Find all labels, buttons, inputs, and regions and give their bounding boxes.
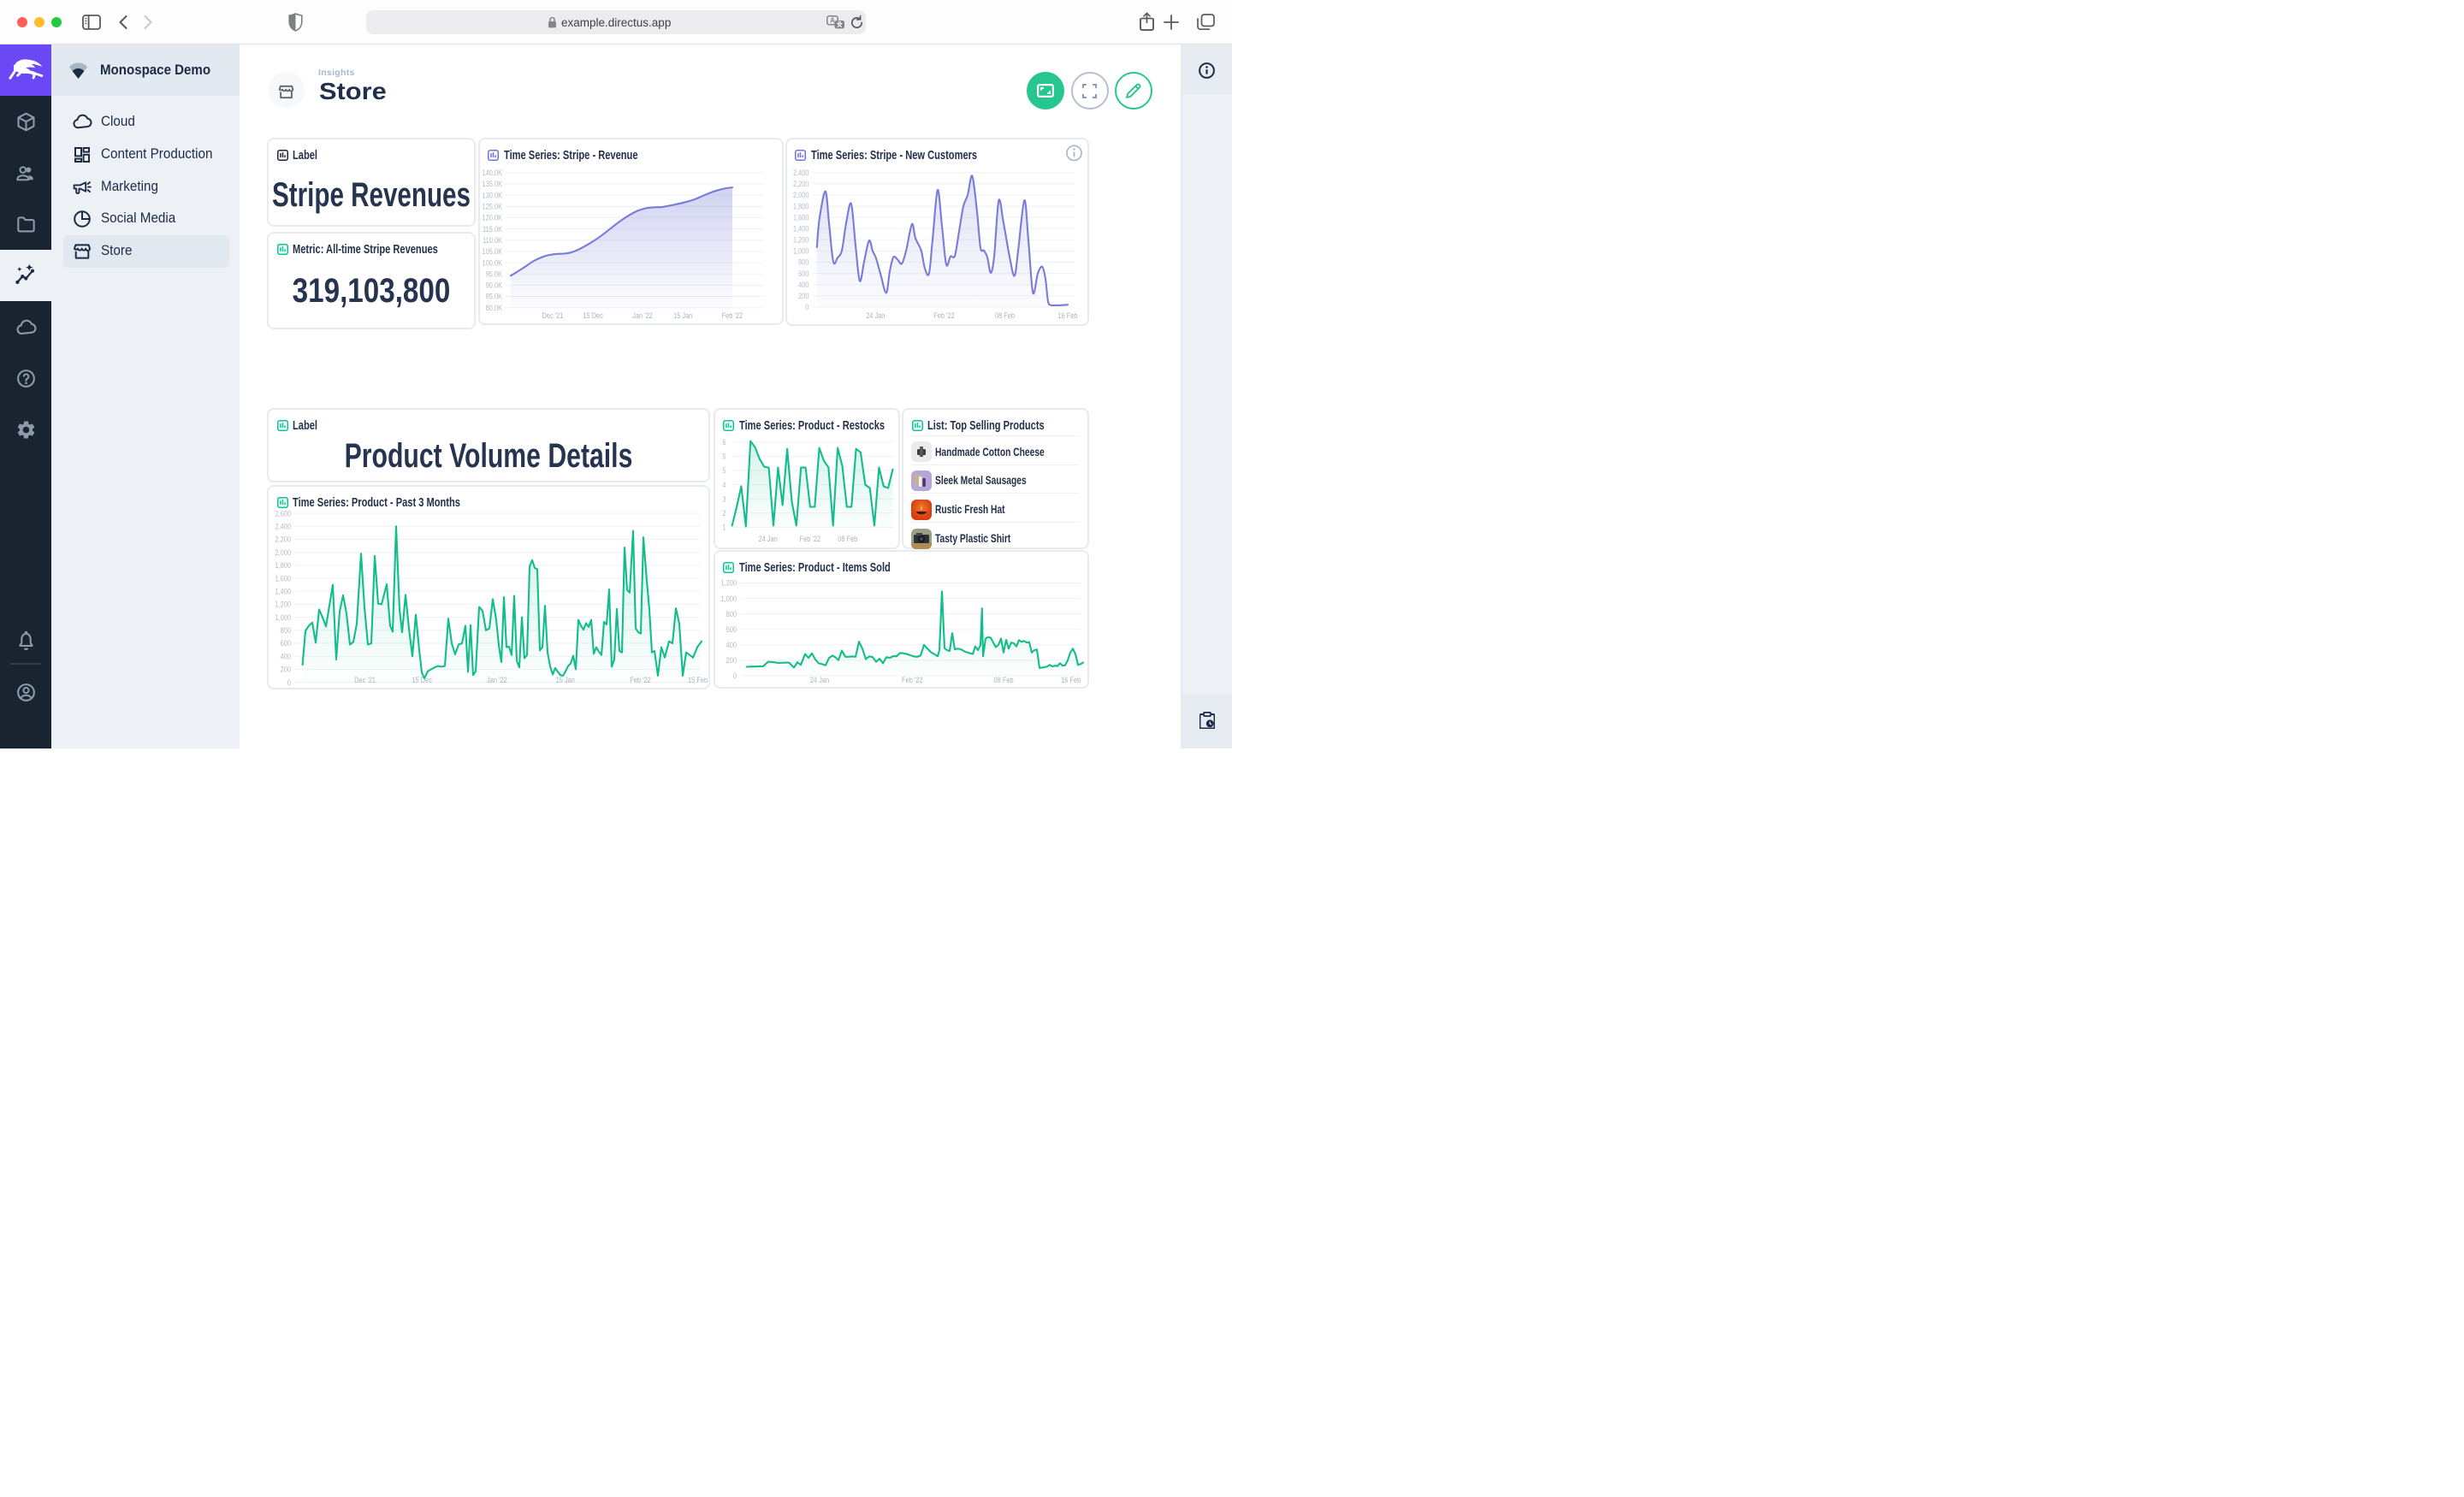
svg-text:1,000: 1,000 (275, 612, 292, 622)
svg-text:2,000: 2,000 (275, 547, 292, 557)
svg-text:1,000: 1,000 (793, 246, 809, 256)
svg-text:120.0K: 120.0K (482, 213, 502, 222)
svg-text:600: 600 (281, 639, 291, 648)
svg-text:200: 200 (798, 292, 808, 301)
svg-text:110.0K: 110.0K (483, 235, 502, 245)
svg-text:400: 400 (798, 280, 808, 289)
svg-text:135.0K: 135.0K (482, 180, 502, 189)
svg-text:3: 3 (722, 494, 726, 504)
svg-text:125.0K: 125.0K (482, 202, 502, 211)
svg-text:2,000: 2,000 (793, 191, 809, 200)
svg-text:1,400: 1,400 (793, 224, 809, 234)
svg-text:Jan '22: Jan '22 (632, 311, 653, 321)
svg-text:08 Feb: 08 Feb (838, 535, 857, 544)
svg-text:0: 0 (732, 672, 736, 681)
svg-text:100.0K: 100.0K (482, 258, 502, 268)
svg-text:2,400: 2,400 (275, 522, 292, 531)
svg-text:800: 800 (798, 257, 808, 267)
svg-text:130.0K: 130.0K (482, 191, 502, 200)
svg-text:140.0K: 140.0K (482, 169, 502, 178)
svg-text:1,200: 1,200 (793, 235, 809, 245)
svg-text:1,000: 1,000 (720, 594, 737, 603)
svg-text:0: 0 (805, 303, 808, 312)
svg-text:80.0K: 80.0K (485, 303, 502, 312)
svg-text:600: 600 (798, 269, 808, 278)
svg-text:2,400: 2,400 (793, 169, 809, 178)
svg-text:Dec '21: Dec '21 (542, 311, 563, 321)
svg-text:16 Feb: 16 Feb (1061, 676, 1081, 685)
svg-text:600: 600 (726, 624, 736, 634)
svg-text:400: 400 (281, 652, 291, 661)
svg-text:A: A (830, 17, 835, 25)
svg-text:0: 0 (287, 677, 291, 687)
svg-text:2,200: 2,200 (275, 535, 292, 544)
svg-text:800: 800 (726, 609, 736, 618)
svg-text:1,200: 1,200 (275, 600, 292, 609)
svg-text:08 Feb: 08 Feb (994, 311, 1014, 321)
svg-text:5: 5 (722, 466, 726, 476)
svg-text:15 Jan: 15 Jan (673, 311, 692, 321)
svg-text:1,600: 1,600 (793, 213, 809, 222)
svg-text:95.0K: 95.0K (485, 269, 502, 279)
svg-text:105.0K: 105.0K (482, 247, 502, 257)
svg-text:1,600: 1,600 (275, 574, 292, 583)
svg-text:16 Feb: 16 Feb (1057, 311, 1077, 321)
svg-text:24 Jan: 24 Jan (758, 535, 777, 544)
svg-text:Feb '22: Feb '22 (902, 676, 923, 685)
svg-text:Feb '22: Feb '22 (933, 311, 955, 321)
svg-text:1: 1 (722, 524, 726, 533)
svg-text:2: 2 (722, 509, 726, 518)
svg-text:1,400: 1,400 (275, 587, 292, 596)
svg-text:400: 400 (726, 641, 736, 650)
svg-text:6: 6 (722, 438, 726, 447)
svg-text:08 Feb: 08 Feb (993, 676, 1013, 685)
svg-text:24 Jan: 24 Jan (809, 676, 828, 685)
svg-text:24 Jan: 24 Jan (866, 311, 885, 321)
svg-text:90.0K: 90.0K (485, 281, 502, 290)
svg-text:15 Dec: 15 Dec (583, 311, 603, 321)
svg-text:1,800: 1,800 (275, 561, 292, 571)
svg-text:85.0K: 85.0K (485, 292, 502, 301)
svg-text:115.0K: 115.0K (483, 224, 502, 234)
svg-text:2,600: 2,600 (275, 509, 292, 518)
svg-text:200: 200 (726, 656, 736, 666)
svg-text:Feb '22: Feb '22 (721, 311, 743, 321)
svg-text:Feb '22: Feb '22 (799, 535, 820, 544)
svg-text:2,200: 2,200 (793, 180, 809, 189)
svg-text:800: 800 (281, 626, 291, 636)
svg-text:5: 5 (722, 453, 726, 462)
svg-text:4: 4 (722, 481, 726, 490)
svg-text:1,200: 1,200 (720, 578, 737, 588)
svg-text:1,800: 1,800 (793, 202, 809, 211)
svg-text:200: 200 (281, 665, 291, 674)
